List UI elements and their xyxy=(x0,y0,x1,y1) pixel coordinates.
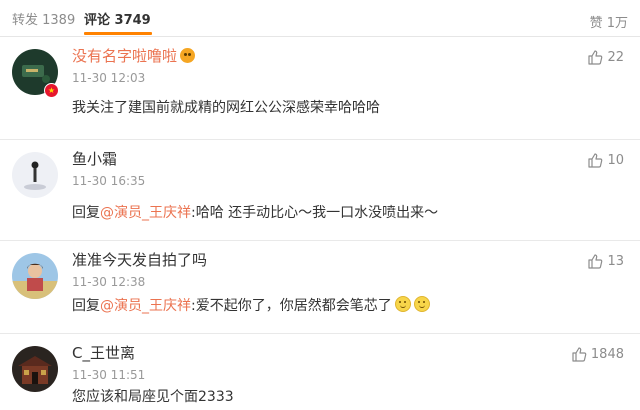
like-button[interactable]: 13 xyxy=(587,253,624,269)
comment-text: 您应该和局座见个面2333 xyxy=(72,389,234,405)
like-count: 10 xyxy=(607,152,624,168)
comment-author[interactable]: C_王世离 xyxy=(72,342,135,363)
reply-body: :哈哈 还手动比心～我一口水没喷出来～ xyxy=(191,205,439,221)
mention-link[interactable]: @演员_王庆祥 xyxy=(100,298,191,314)
comment-author[interactable]: 准准今天发自拍了吗 xyxy=(72,249,207,270)
comment-time: 11-30 11:51 xyxy=(72,368,146,382)
thumbs-up-icon xyxy=(588,254,603,269)
avatar[interactable] xyxy=(12,346,58,392)
comment-time: 11-30 16:35 xyxy=(72,174,146,188)
tab-like[interactable]: 赞 1万 xyxy=(590,12,628,31)
like-button[interactable]: 22 xyxy=(587,49,624,65)
like-count: 22 xyxy=(607,49,624,65)
reply-prefix: 回复 xyxy=(72,205,100,221)
comment-item: 鱼小霜 11-30 16:35 10 回复@演员_王庆祥:哈哈 还手动比心～我一… xyxy=(0,140,640,241)
comment-item: C_王世离 11-30 11:51 1848 您应该和局座见个面2333 xyxy=(0,334,640,410)
thumbs-up-icon xyxy=(572,347,587,362)
like-button[interactable]: 1848 xyxy=(571,346,624,362)
smiley-emoji-icon xyxy=(413,296,430,312)
like-count: 1848 xyxy=(590,346,624,362)
comment-tabs: 转发 1389 评论 3749 赞 1万 xyxy=(0,0,640,37)
comment-time: 11-30 12:38 xyxy=(72,275,146,289)
thumbs-up-icon xyxy=(588,153,603,168)
avatar[interactable] xyxy=(12,152,58,198)
like-button[interactable]: 10 xyxy=(587,152,624,168)
comment-time: 11-30 12:03 xyxy=(72,71,146,85)
tab-repost[interactable]: 转发 1389 xyxy=(12,9,75,28)
vip-emoji-icon xyxy=(180,48,196,63)
active-tab-indicator xyxy=(84,32,152,35)
comment-text: 回复@演员_王庆祥:爱不起你了，你居然都会笔芯了 xyxy=(72,295,430,315)
author-name[interactable]: 没有名字啦噜啦 xyxy=(72,47,177,65)
tab-comment[interactable]: 评论 3749 xyxy=(84,9,151,28)
comment-item: 准准今天发自拍了吗 11-30 12:38 13 回复@演员_王庆祥:爱不起你了… xyxy=(0,241,640,334)
mention-link[interactable]: @演员_王庆祥 xyxy=(100,205,191,221)
comment-item: ★ 没有名字啦噜啦 11-30 12:03 22 我关注了建国前就成精的网红公公… xyxy=(0,37,640,140)
comment-text: 我关注了建国前就成精的网红公公深感荣幸哈哈哈 xyxy=(72,100,380,116)
smiley-emoji-icon xyxy=(394,296,411,312)
comment-author[interactable]: 没有名字啦噜啦 xyxy=(72,45,196,66)
comment-author[interactable]: 鱼小霜 xyxy=(72,148,117,169)
thumbs-up-icon xyxy=(588,50,603,65)
verified-badge-icon: ★ xyxy=(44,83,59,98)
reply-body: :爱不起你了，你居然都会笔芯了 xyxy=(191,298,392,314)
reply-prefix: 回复 xyxy=(72,298,100,314)
like-count: 13 xyxy=(607,253,624,269)
comment-text: 回复@演员_王庆祥:哈哈 还手动比心～我一口水没喷出来～ xyxy=(72,202,438,222)
avatar[interactable] xyxy=(12,253,58,299)
